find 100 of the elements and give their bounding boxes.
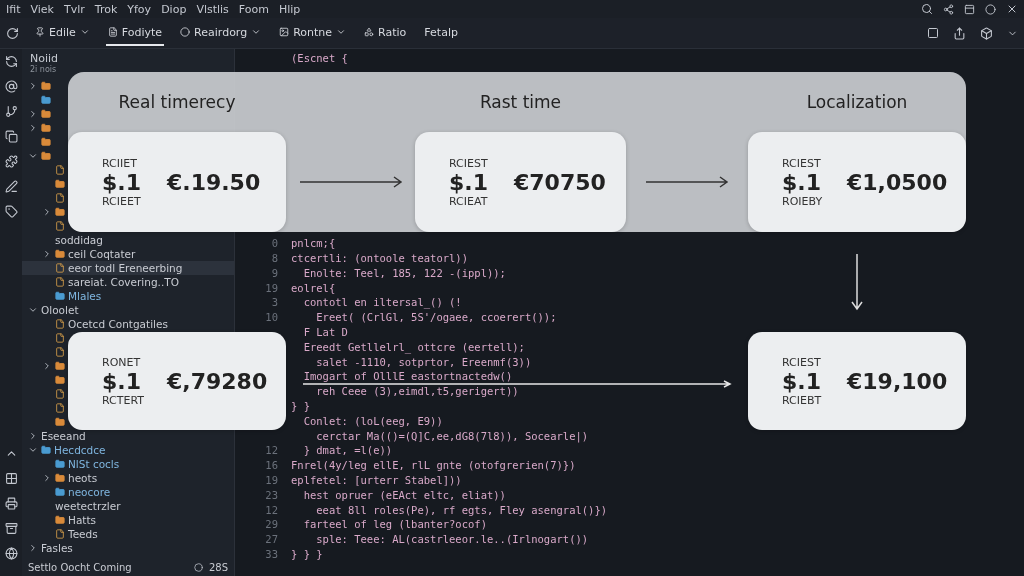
dollar-amount: $.1 <box>782 169 821 195</box>
menu-item[interactable]: Foom <box>238 2 269 16</box>
tree-label: Fasles <box>41 542 73 554</box>
line-number: 29 <box>264 518 279 531</box>
menu-item[interactable]: Viek <box>30 2 54 16</box>
collapsed-caret-icon[interactable] <box>42 473 52 483</box>
toolbar-tab[interactable]: Reairdorg <box>178 20 264 46</box>
activity-icon[interactable] <box>4 105 18 118</box>
activity-icon[interactable] <box>4 497 18 510</box>
activity-icon[interactable] <box>4 522 18 535</box>
collapsed-caret-icon[interactable] <box>28 123 38 133</box>
tree-item[interactable]: Fasles <box>22 541 73 555</box>
menu-item[interactable]: Ifit <box>6 2 21 16</box>
refresh-icon[interactable] <box>6 26 19 40</box>
folder-icon <box>41 137 51 147</box>
search-icon[interactable] <box>921 3 933 15</box>
menu-item[interactable]: Trok <box>94 2 118 16</box>
code-line: } dmat, =l(e)) <box>302 444 393 457</box>
collapsed-caret-icon[interactable] <box>42 361 52 371</box>
expanded-caret-icon[interactable] <box>28 445 38 455</box>
menu-item[interactable]: Tvlr <box>64 2 85 16</box>
toolbar-tab[interactable]: Fetalp <box>422 20 460 46</box>
line-number: 9 <box>270 266 279 279</box>
toolbar-tab[interactable]: Edile <box>33 20 92 46</box>
activity-icon[interactable] <box>4 472 18 485</box>
activity-icon[interactable] <box>4 130 18 143</box>
collapsed-caret-icon[interactable] <box>28 81 38 91</box>
tree-item[interactable]: NlSt cocls <box>22 457 120 471</box>
expanded-caret-icon[interactable] <box>28 305 38 315</box>
collapsed-caret-icon[interactable] <box>28 543 38 553</box>
file-icon <box>55 221 65 231</box>
euro-amount: €19,100 <box>847 368 948 394</box>
tree-label: weetectrzler <box>55 500 121 512</box>
circle-icon[interactable] <box>985 3 996 15</box>
euro-amount: €.19.50 <box>167 169 261 195</box>
code-line: Ereet( (CrlGl, 5S'/ogaee, ccoerert()); <box>315 311 557 324</box>
tree-label: eeor todl Ereneerbing <box>68 262 183 274</box>
menu-item[interactable]: Hlip <box>278 2 301 16</box>
folder-icon <box>55 487 65 497</box>
code-line: F Lat D <box>302 325 348 338</box>
tree-item[interactable]: ceil Coqtater <box>22 247 136 261</box>
image-icon <box>279 27 290 37</box>
toolbar-tab[interactable]: Ratio <box>362 20 409 46</box>
activity-icon[interactable] <box>4 205 18 218</box>
code-line: } } <box>291 399 310 412</box>
collapsed-caret-icon[interactable] <box>28 109 38 119</box>
menu-item[interactable]: Diop <box>161 2 187 16</box>
down-arrow <box>851 253 863 311</box>
tree-label: Hatts <box>68 514 97 526</box>
tree-label: Ocetcd Contgatiles <box>68 318 168 330</box>
card-label: RCIEET <box>102 194 142 208</box>
activity-icon[interactable] <box>4 155 18 168</box>
stage-title: Real timerecy <box>118 92 236 112</box>
expanded-caret-icon[interactable] <box>28 151 38 161</box>
card-label: RCTERT <box>102 393 145 407</box>
toolbar-tab[interactable]: Rontne <box>277 20 349 46</box>
activity-icon[interactable] <box>4 180 18 193</box>
nodes-icon[interactable] <box>943 3 954 15</box>
toolbar-tab[interactable]: Fodiyte <box>105 20 165 46</box>
card-label: RONET <box>102 355 142 369</box>
file-icon <box>55 347 65 357</box>
folder-icon <box>55 361 65 371</box>
menu-item[interactable]: Vlstlis <box>196 2 229 16</box>
tree-item[interactable]: Ocetcd Contgatiles <box>22 317 168 331</box>
stage-title: Rast time <box>479 92 562 112</box>
folder-icon <box>41 95 51 105</box>
window-icon[interactable] <box>964 3 975 15</box>
close-icon[interactable] <box>1006 3 1018 15</box>
tree-item[interactable]: neocore <box>22 485 111 499</box>
file-icon <box>55 165 65 175</box>
activity-icon[interactable] <box>4 80 18 93</box>
tree-item[interactable]: Eseeand <box>22 429 86 443</box>
tree-item[interactable]: Hecdcdce <box>22 443 106 457</box>
file-icon <box>55 389 65 399</box>
tree-item[interactable]: heots <box>22 471 98 485</box>
box-icon[interactable] <box>980 26 993 40</box>
menu-item[interactable]: Yfoy <box>127 2 152 16</box>
tree-item[interactable]: Mlales <box>22 289 102 303</box>
line-number: 16 <box>264 459 279 472</box>
tree-item[interactable]: Teeds <box>22 527 98 541</box>
card-label: RCIEST <box>449 156 489 170</box>
tree-item[interactable]: Oloolet <box>22 303 79 317</box>
collapsed-caret-icon[interactable] <box>28 431 38 441</box>
file-icon <box>55 403 65 413</box>
tree-item[interactable]: eeor todl Ereneerbing <box>22 261 234 275</box>
line-number: 10 <box>264 311 279 324</box>
folder-icon <box>41 81 51 91</box>
tree-item[interactable]: soddidag <box>22 233 103 247</box>
share-icon[interactable] <box>953 26 966 40</box>
collapsed-caret-icon[interactable] <box>42 207 52 217</box>
collapsed-caret-icon[interactable] <box>42 249 52 259</box>
tree-item[interactable]: weetectrzler <box>22 499 121 513</box>
code-line: eplfetel: [urterr Stabel])) <box>291 473 462 486</box>
card-label: ROIEBY <box>782 194 824 208</box>
tree-item[interactable]: sareiat. Covering..TO <box>22 275 179 289</box>
activity-icon[interactable] <box>4 547 18 560</box>
line-number: 12 <box>264 503 279 516</box>
tree-item[interactable]: Hatts <box>22 513 97 527</box>
square-icon[interactable] <box>927 27 939 39</box>
activity-icon[interactable] <box>4 55 18 68</box>
